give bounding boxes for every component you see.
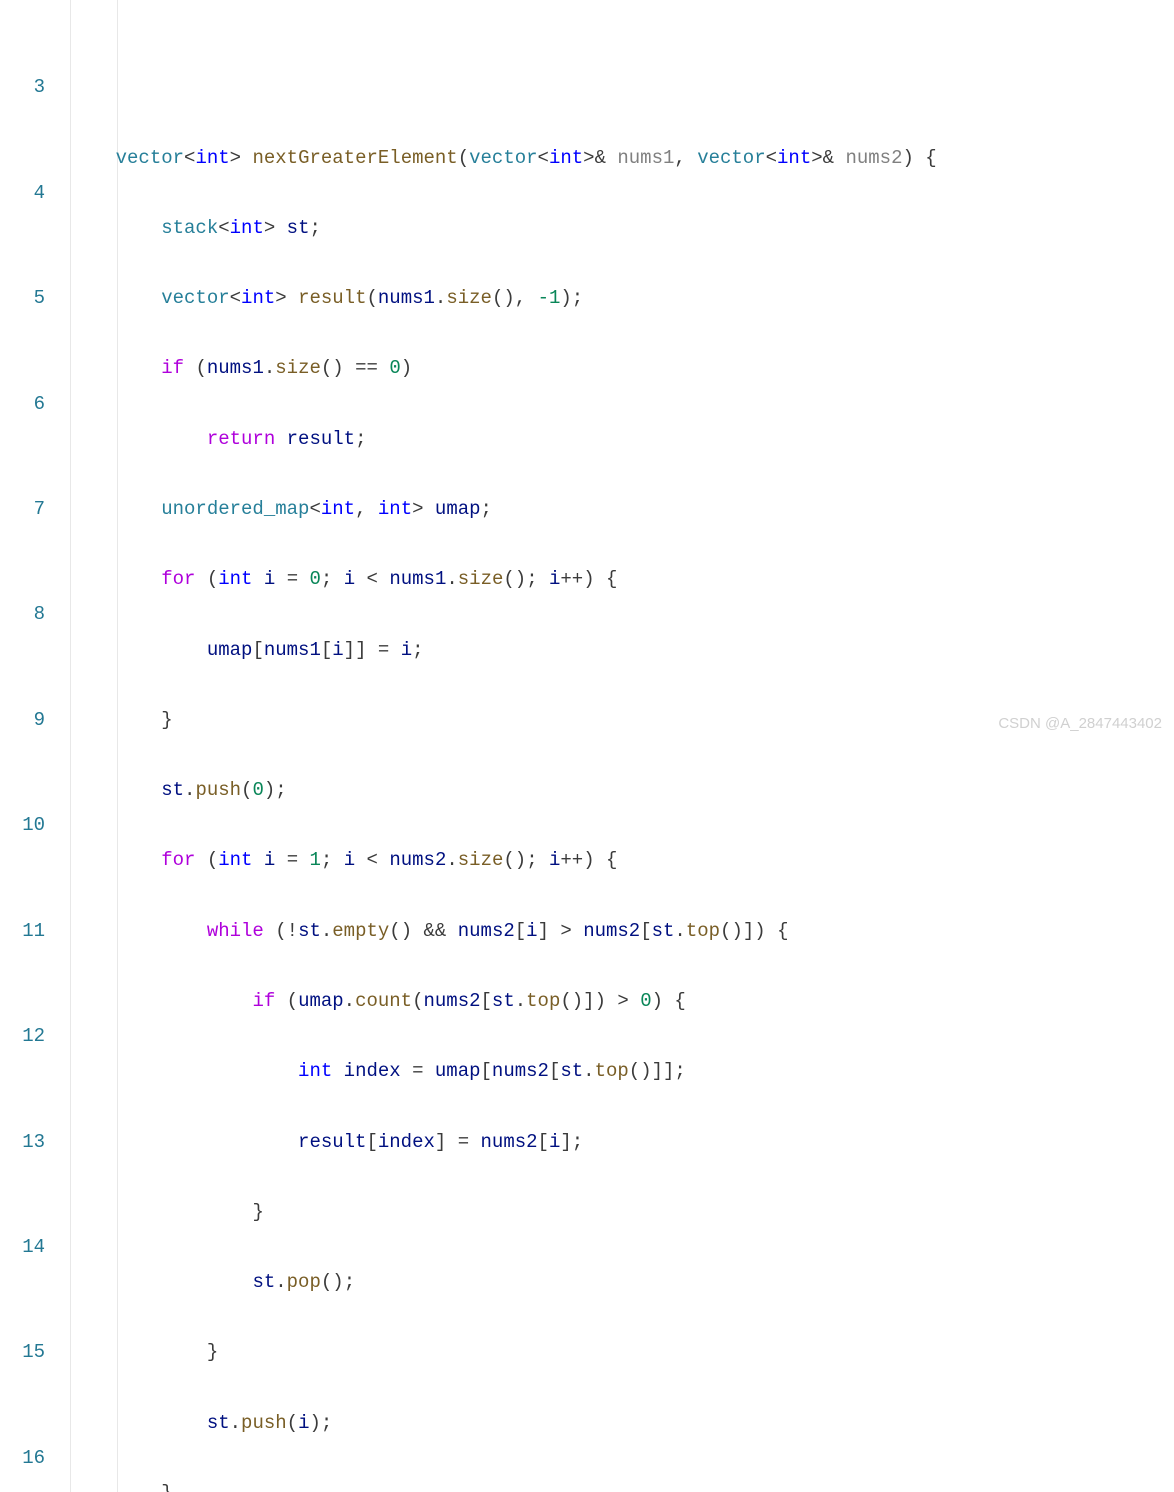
code-line: while (!st.empty() && nums2[i] > nums2[s… — [70, 914, 1174, 949]
line-number: 7 — [0, 492, 45, 527]
code-line: return result; — [70, 422, 1174, 457]
code-editor[interactable]: vector<int> nextGreaterElement(vector<in… — [62, 0, 1174, 1492]
code-line: } — [70, 1335, 1174, 1370]
line-number: 11 — [0, 914, 45, 949]
line-number: 14 — [0, 1230, 45, 1265]
code-line: } — [70, 1195, 1174, 1230]
line-number-gutter: 3 4 5 6 7 8 9 10 11 12 13 14 15 16 17 18… — [0, 0, 62, 1492]
code-line: st.pop(); — [70, 1265, 1174, 1300]
line-number: 15 — [0, 1335, 45, 1370]
line-number: 16 — [0, 1441, 45, 1476]
code-line: for (int i = 1; i < nums2.size(); i++) { — [70, 843, 1174, 878]
watermark: CSDN @A_2847443402 — [998, 710, 1162, 738]
code-line: st.push(0); — [70, 773, 1174, 808]
line-number: 5 — [0, 281, 45, 316]
code-line: st.push(i); — [70, 1406, 1174, 1441]
code-line: stack<int> st; — [70, 211, 1174, 246]
line-number: 8 — [0, 597, 45, 632]
line-number: 10 — [0, 808, 45, 843]
line-number: 13 — [0, 1125, 45, 1160]
code-line: vector<int> nextGreaterElement(vector<in… — [70, 141, 1174, 176]
code-line: } — [70, 1476, 1174, 1492]
code-line: result[index] = nums2[i]; — [70, 1125, 1174, 1160]
code-line: umap[nums1[i]] = i; — [70, 633, 1174, 668]
code-line: int index = umap[nums2[st.top()]]; — [70, 1054, 1174, 1089]
line-number: 9 — [0, 703, 45, 738]
code-line: if (umap.count(nums2[st.top()]) > 0) { — [70, 984, 1174, 1019]
code-line: unordered_map<int, int> umap; — [70, 492, 1174, 527]
code-line: if (nums1.size() == 0) — [70, 351, 1174, 386]
code-line: vector<int> result(nums1.size(), -1); — [70, 281, 1174, 316]
line-number: 12 — [0, 1019, 45, 1054]
code-line: for (int i = 0; i < nums1.size(); i++) { — [70, 562, 1174, 597]
line-number: 3 — [0, 70, 45, 105]
line-number: 4 — [0, 176, 45, 211]
line-number: 6 — [0, 387, 45, 422]
